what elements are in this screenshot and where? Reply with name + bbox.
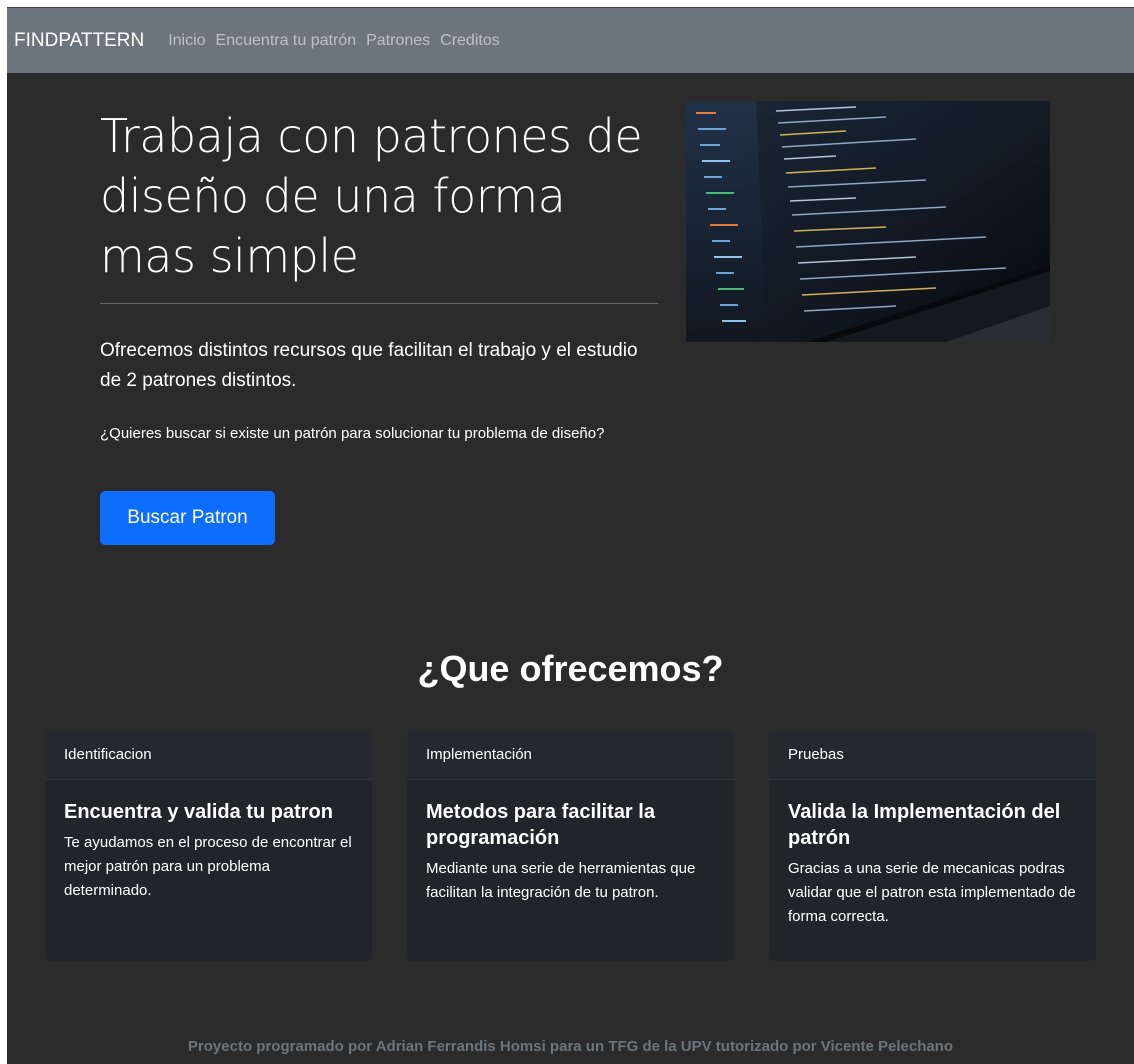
hero-question: ¿Quieres buscar si existe un patrón para…: [100, 425, 605, 442]
card-title: Encuentra y valida tu patron: [64, 801, 333, 823]
hero-image: [686, 101, 1050, 342]
hero-lead: Ofrecemos distintos recursos que facilit…: [100, 340, 638, 391]
nav-link-creditos[interactable]: Creditos: [440, 32, 500, 50]
card-header: Pruebas: [769, 731, 1096, 780]
hero-title: Trabaja con patrones de diseño de una fo…: [100, 109, 643, 283]
feature-card-implementacion: Implementación Metodos para facilitar la…: [407, 731, 734, 961]
search-pattern-button[interactable]: Buscar Patron: [100, 491, 275, 545]
page: FINDPATTERN Inicio Encuentra tu patrón P…: [7, 7, 1134, 1064]
nav-link-encuentra[interactable]: Encuentra tu patrón: [216, 32, 357, 50]
nav-link-patrones[interactable]: Patrones: [366, 32, 430, 50]
card-text: Te ayudamos en el proceso de encontrar e…: [64, 834, 352, 899]
card-text: Gracias a una serie de mecanicas podras …: [788, 860, 1076, 925]
footer-credits: Proyecto programado por Adrian Ferrandis…: [187, 1038, 954, 1055]
nav-link-inicio[interactable]: Inicio: [168, 32, 205, 50]
card-title: Metodos para facilitar la programación: [426, 801, 655, 849]
feature-card-identificacion: Identificacion Encuentra y valida tu pat…: [45, 731, 372, 961]
features-title: ¿Que ofrecemos?: [417, 648, 724, 689]
hero-divider: [100, 303, 658, 304]
card-header: Implementación: [407, 731, 734, 780]
feature-card-pruebas: Pruebas Valida la Implementación del pat…: [769, 731, 1096, 961]
navbar: FINDPATTERN Inicio Encuentra tu patrón P…: [7, 8, 1134, 73]
card-title: Valida la Implementación del patrón: [788, 801, 1061, 849]
card-text: Mediante una serie de herramientas que f…: [426, 860, 696, 901]
brand-logo[interactable]: FINDPATTERN: [14, 30, 144, 52]
laptop-code-photo: [686, 101, 1050, 342]
card-header: Identificacion: [45, 731, 372, 780]
